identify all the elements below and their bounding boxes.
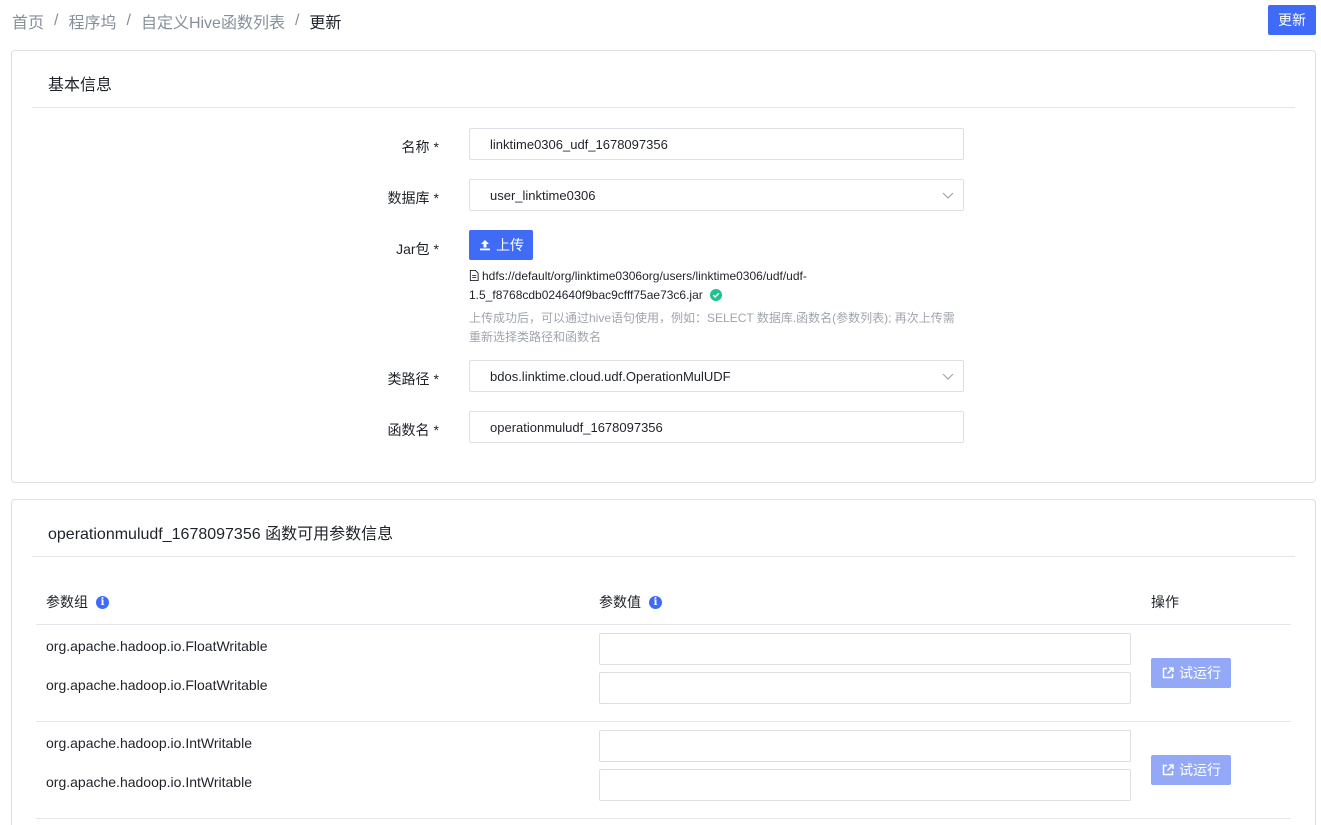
chevron-down-icon <box>942 192 954 199</box>
info-icon[interactable]: i <box>649 595 662 609</box>
column-header-value-label: 参数值 <box>599 594 641 610</box>
upload-button-label: 上传 <box>496 237 524 253</box>
database-select[interactable]: user_linktime0306 <box>469 179 964 211</box>
test-run-button[interactable]: 试运行 <box>1151 658 1231 688</box>
breadcrumb-hive-function-list[interactable]: 自定义Hive函数列表 <box>141 9 285 33</box>
name-label-text: 名称 <box>401 139 430 155</box>
top-bar: 首页 / 程序坞 / 自定义Hive函数列表 / 更新 更新 <box>0 0 1321 40</box>
file-path-line2: 1.5_f8768cdb024640f9bac9cfff75ae73c6.jar <box>469 288 703 302</box>
param-value-input[interactable] <box>599 633 1131 665</box>
divider <box>32 556 1295 557</box>
function-name-input[interactable]: operationmuludf_1678097356 <box>469 411 964 443</box>
breadcrumb-separator: / <box>126 12 131 29</box>
required-mark: * <box>433 422 439 438</box>
test-run-label: 试运行 <box>1179 762 1221 778</box>
breadcrumb-current: 更新 <box>309 15 342 32</box>
class-path-label-text: 类路径 <box>387 371 430 387</box>
class-path-label: 类路径 * <box>388 369 439 389</box>
function-name-input-value: operationmuludf_1678097356 <box>490 419 663 435</box>
column-header-value: 参数值 i <box>599 592 662 612</box>
upload-hint-line2: 重新选择类路径和函数名 <box>469 330 602 344</box>
column-header-group: 参数组 i <box>46 592 109 612</box>
param-value-input[interactable] <box>599 672 1131 704</box>
database-label-text: 数据库 <box>387 190 430 206</box>
divider <box>32 107 1295 108</box>
basic-info-card: 基本信息 名称 * linktime0306_udf_1678097356 数据库… <box>11 50 1316 483</box>
test-run-button[interactable]: 试运行 <box>1151 755 1231 785</box>
database-label: 数据库 * <box>388 188 439 208</box>
upload-icon <box>480 240 490 251</box>
divider <box>36 721 1291 722</box>
param-value-input[interactable] <box>599 769 1131 801</box>
params-title: operationmuludf_1678097356 函数可用参数信息 <box>48 526 394 543</box>
breadcrumb: 首页 / 程序坞 / 自定义Hive函数列表 / 更新 <box>12 9 341 33</box>
required-mark: * <box>433 190 439 206</box>
class-path-select-value: bdos.linktime.cloud.udf.OperationMulUDF <box>490 368 731 384</box>
check-circle-icon <box>710 289 723 301</box>
file-path-line1: hdfs://default/org/linktime0306org/users… <box>482 269 807 283</box>
column-header-action-label: 操作 <box>1151 594 1179 610</box>
file-icon <box>469 270 479 281</box>
divider <box>36 624 1291 625</box>
info-icon[interactable]: i <box>96 595 109 609</box>
basic-info-title: 基本信息 <box>48 77 113 94</box>
upload-button[interactable]: 上传 <box>469 230 533 260</box>
name-input[interactable]: linktime0306_udf_1678097356 <box>469 128 964 160</box>
required-mark: * <box>433 241 439 257</box>
external-link-icon <box>1162 764 1174 776</box>
uploaded-file: hdfs://default/org/linktime0306org/users… <box>469 269 807 283</box>
breadcrumb-separator: / <box>54 12 59 29</box>
upload-hint-line1: 上传成功后，可以通过hive语句使用，例如：SELECT 数据库.函数名(参数列… <box>469 311 955 325</box>
required-mark: * <box>433 139 439 155</box>
divider <box>36 818 1291 819</box>
class-path-select[interactable]: bdos.linktime.cloud.udf.OperationMulUDF <box>469 360 964 392</box>
update-button[interactable]: 更新 <box>1268 5 1316 35</box>
name-label: 名称 * <box>402 137 439 157</box>
params-card: operationmuludf_1678097356 函数可用参数信息 参数组 … <box>11 499 1316 825</box>
breadcrumb-separator: / <box>294 12 300 29</box>
breadcrumb-home[interactable]: 首页 <box>12 9 44 33</box>
param-type: org.apache.hadoop.io.FloatWritable <box>46 638 268 654</box>
function-name-label-text: 函数名 <box>387 422 430 438</box>
jar-label-text: Jar包 <box>396 241 430 257</box>
param-type: org.apache.hadoop.io.IntWritable <box>46 774 252 790</box>
column-header-action: 操作 <box>1151 592 1179 612</box>
param-type: org.apache.hadoop.io.IntWritable <box>46 735 252 751</box>
name-input-value: linktime0306_udf_1678097356 <box>490 136 668 152</box>
external-link-icon <box>1162 667 1174 679</box>
param-value-input[interactable] <box>599 730 1131 762</box>
test-run-label: 试运行 <box>1179 665 1221 681</box>
database-select-value: user_linktime0306 <box>490 187 596 203</box>
jar-label: Jar包 * <box>396 239 439 259</box>
required-mark: * <box>433 371 439 387</box>
column-header-group-label: 参数组 <box>46 594 88 610</box>
breadcrumb-dock[interactable]: 程序坞 <box>68 9 116 33</box>
chevron-down-icon <box>942 373 954 380</box>
param-type: org.apache.hadoop.io.FloatWritable <box>46 677 268 693</box>
function-name-label: 函数名 * <box>388 420 439 440</box>
uploaded-file-line2: 1.5_f8768cdb024640f9bac9cfff75ae73c6.jar <box>469 288 723 302</box>
